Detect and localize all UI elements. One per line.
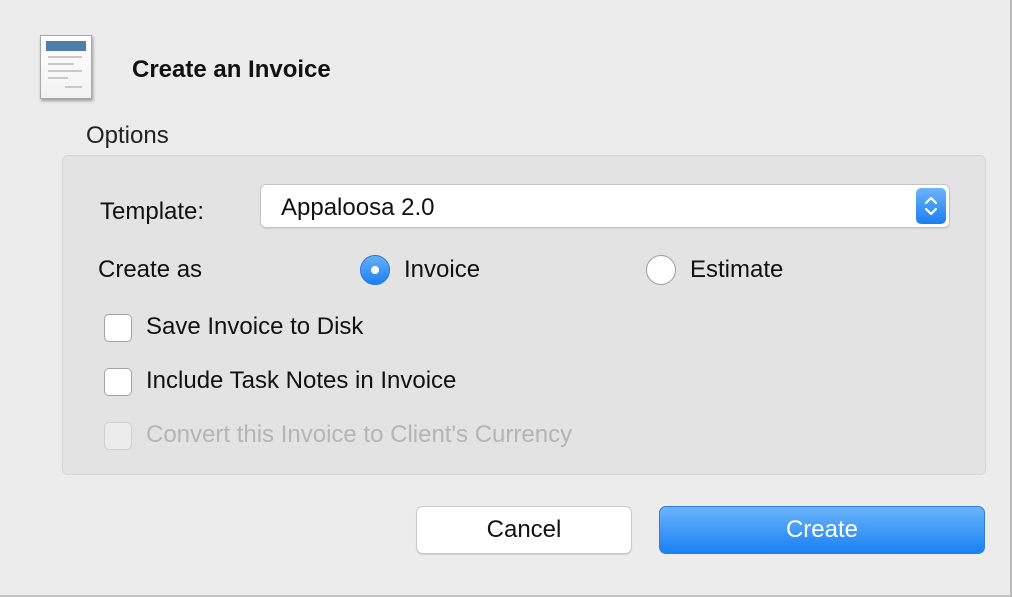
options-section-label: Options [86,122,169,149]
create-button[interactable]: Create [659,506,985,554]
template-popup[interactable]: Appaloosa 2.0 [260,184,950,228]
convert-currency-label: Convert this Invoice to Client's Currenc… [146,421,573,448]
invoice-document-icon [40,35,92,99]
template-label: Template: [100,198,205,225]
create-invoice-dialog: Create an Invoice Options Template: Appa… [0,0,1012,597]
estimate-radio[interactable] [646,255,676,285]
chevron-up-down-icon[interactable] [916,188,946,224]
include-task-notes-checkbox[interactable] [104,368,132,396]
template-popup-value: Appaloosa 2.0 [281,194,435,221]
dialog-title: Create an Invoice [132,56,331,83]
invoice-radio-label[interactable]: Invoice [404,256,480,284]
save-to-disk-checkbox[interactable] [104,314,132,342]
save-to-disk-label[interactable]: Save Invoice to Disk [146,313,363,341]
create-as-label: Create as [98,256,203,283]
invoice-radio[interactable] [360,255,390,285]
include-task-notes-label[interactable]: Include Task Notes in Invoice [146,367,456,395]
estimate-radio-label[interactable]: Estimate [690,256,783,284]
cancel-button[interactable]: Cancel [416,506,632,554]
convert-currency-checkbox [104,422,132,450]
